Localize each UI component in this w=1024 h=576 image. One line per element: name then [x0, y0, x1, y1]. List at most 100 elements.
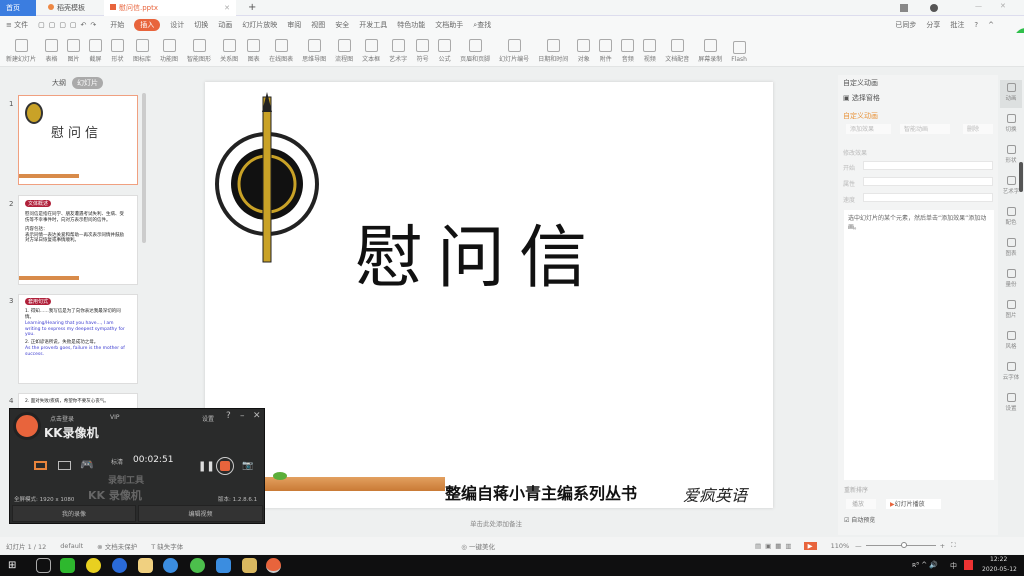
close-tab-icon[interactable]: ✕	[224, 0, 230, 16]
pause-button[interactable]: ❚❚	[198, 461, 215, 472]
close-window-icon[interactable]: ✕	[1000, 2, 1006, 10]
ribbon-button[interactable]: 屏幕录制	[698, 39, 722, 63]
ribbon-button[interactable]: 图表	[247, 39, 261, 63]
ribbon-button[interactable]: 公式	[438, 39, 452, 63]
ribbon-button[interactable]: 功能图	[160, 39, 178, 63]
camera-icon[interactable]: 📷	[242, 461, 253, 471]
speed-select[interactable]	[863, 193, 993, 202]
autopreview-checkbox[interactable]: ☑ 自动预览	[844, 515, 875, 524]
zoom-level[interactable]: 110%	[831, 542, 850, 550]
ribbon-button[interactable]: 视频	[643, 39, 657, 63]
tab-docer[interactable]: 稻壳模板	[42, 0, 100, 16]
app-icon[interactable]	[86, 558, 101, 573]
slide-footer-source[interactable]: 整编自蒋小青主编系列丛书	[445, 480, 637, 504]
quick-access-icons[interactable]: ▢▢▢▢↶↷	[38, 21, 100, 29]
ribbon-button[interactable]: 流程图	[335, 39, 353, 63]
window-mode-icon[interactable]	[900, 4, 908, 12]
menu-slideshow[interactable]: 幻灯片放映	[242, 20, 277, 30]
add-effect-button[interactable]: 添加效果	[846, 124, 891, 134]
side-tool-1[interactable]: 切换	[1000, 111, 1022, 139]
sogou-icon[interactable]	[163, 558, 178, 573]
app-icon[interactable]	[138, 558, 153, 573]
property-select[interactable]	[863, 177, 993, 186]
ribbon-button[interactable]: 形状	[111, 39, 125, 63]
slide-title[interactable]: 慰问信	[355, 202, 601, 301]
ribbon-button[interactable]: 表格	[45, 39, 59, 63]
wechat-icon[interactable]	[60, 558, 75, 573]
tray-icons[interactable]: ʀ⁸ ^ 🔊	[912, 561, 938, 569]
ime-indicator[interactable]: 中	[950, 561, 957, 571]
windows-start-icon[interactable]: ⊞	[8, 560, 19, 571]
slide-thumbnail-3[interactable]: 套用句式 1. 得知……我写信是为了向你表达我最深切的同情。 Learning/…	[18, 294, 138, 384]
tab-slides[interactable]: 幻灯片	[72, 77, 103, 89]
ribbon-button[interactable]: 对象	[577, 39, 591, 63]
smart-animation-button[interactable]: 智能动画	[900, 124, 950, 134]
ribbon-button[interactable]: 音频	[621, 39, 635, 63]
ribbon-button[interactable]: 新建幻灯片	[6, 39, 36, 63]
sync-button[interactable]: 已同步	[895, 20, 916, 30]
notes-placeholder[interactable]: 单击此处添加备注	[470, 518, 522, 528]
game-mode-icon[interactable]: 🎮	[80, 458, 94, 471]
menu-design[interactable]: 设计	[170, 20, 184, 30]
file-explorer-icon[interactable]	[242, 558, 257, 573]
new-tab-button[interactable]: +	[242, 0, 256, 16]
beautify-button[interactable]: ◎ 一键美化	[461, 541, 495, 551]
ribbon-button[interactable]: 日期和时间	[538, 39, 568, 63]
zoom-in-button[interactable]: +	[940, 542, 945, 550]
play-slideshow-button[interactable]: ▶	[803, 541, 817, 550]
kk-recorder-icon[interactable]	[266, 558, 281, 573]
delete-button[interactable]: 删除	[963, 124, 993, 134]
view-mode-icons[interactable]: ▤▣▦▥	[755, 542, 796, 550]
side-tool-10[interactable]: 设置	[1000, 390, 1022, 418]
side-scrollbar[interactable]	[1019, 162, 1023, 192]
fullscreen-mode-icon[interactable]	[34, 461, 47, 470]
clock-time[interactable]: 12:22	[990, 556, 1007, 563]
slide-thumbnail-1[interactable]: 慰问信	[18, 95, 138, 185]
ribbon-button[interactable]: 图标库	[133, 39, 151, 63]
menu-developer[interactable]: 开发工具	[359, 20, 387, 30]
menu-view[interactable]: 视图	[311, 20, 325, 30]
ribbon-button[interactable]: 截屏	[89, 39, 103, 63]
ribbon-button[interactable]: 符号	[416, 39, 430, 63]
comment-button[interactable]: 批注	[950, 20, 964, 30]
login-link[interactable]: 点击登录	[50, 414, 74, 423]
animation-list[interactable]: 选中幻灯片的某个元素，然后单击“添加效果”添加动画。	[844, 210, 994, 480]
menu-security[interactable]: 安全	[335, 20, 349, 30]
tab-document[interactable]: 慰问信.pptx ✕	[104, 0, 236, 16]
app-icon[interactable]	[190, 558, 205, 573]
ribbon-button[interactable]: 附件	[599, 39, 613, 63]
side-tool-8[interactable]: 风格	[1000, 328, 1022, 356]
tab-outline[interactable]: 大纲	[52, 78, 66, 88]
close-icon[interactable]: ✕	[253, 411, 261, 421]
vip-link[interactable]: VIP	[110, 414, 120, 421]
clock-date[interactable]: 2020-05-12	[982, 566, 1017, 573]
menu-home[interactable]: 开始	[110, 20, 124, 30]
window-mode-icon[interactable]	[58, 461, 71, 470]
menu-file[interactable]: ≡ 文件	[6, 20, 28, 30]
avatar[interactable]	[930, 4, 938, 12]
ribbon-button[interactable]: 在线图表	[269, 39, 293, 63]
stop-button[interactable]	[216, 457, 234, 475]
ribbon-button[interactable]: 图片	[67, 39, 81, 63]
menu-review[interactable]: 审阅	[287, 20, 301, 30]
ribbon-button[interactable]: 幻灯片编号	[499, 39, 529, 63]
menu-assistant[interactable]: 文档助手	[435, 20, 463, 30]
menu-search[interactable]: ⌕查找	[473, 20, 491, 30]
ribbon-button[interactable]: 智能图形	[187, 39, 211, 63]
ribbon-button[interactable]: 关系图	[220, 39, 238, 63]
ribbon-button[interactable]: 页眉和页脚	[460, 39, 490, 63]
menu-features[interactable]: 特色功能	[397, 20, 425, 30]
app-icon[interactable]	[216, 558, 231, 573]
slide-canvas[interactable]: 慰问信 整编自蒋小青主编系列丛书 爱疯英语	[205, 82, 773, 508]
ribbon-button[interactable]: Flash	[731, 41, 747, 63]
help-icon[interactable]: ?	[974, 21, 978, 29]
side-tool-0[interactable]: 动画	[1000, 80, 1022, 108]
select-pane-button[interactable]: ▣ 选择窗格	[843, 93, 880, 103]
side-tool-7[interactable]: 图片	[1000, 297, 1022, 325]
quality-select[interactable]: 标清	[111, 457, 123, 466]
menu-transition[interactable]: 切换	[194, 20, 208, 30]
zoom-out-button[interactable]: —	[855, 542, 862, 550]
task-view-icon[interactable]	[36, 558, 51, 573]
collapse-ribbon-icon[interactable]: ^	[988, 21, 994, 29]
start-select[interactable]	[863, 161, 993, 170]
